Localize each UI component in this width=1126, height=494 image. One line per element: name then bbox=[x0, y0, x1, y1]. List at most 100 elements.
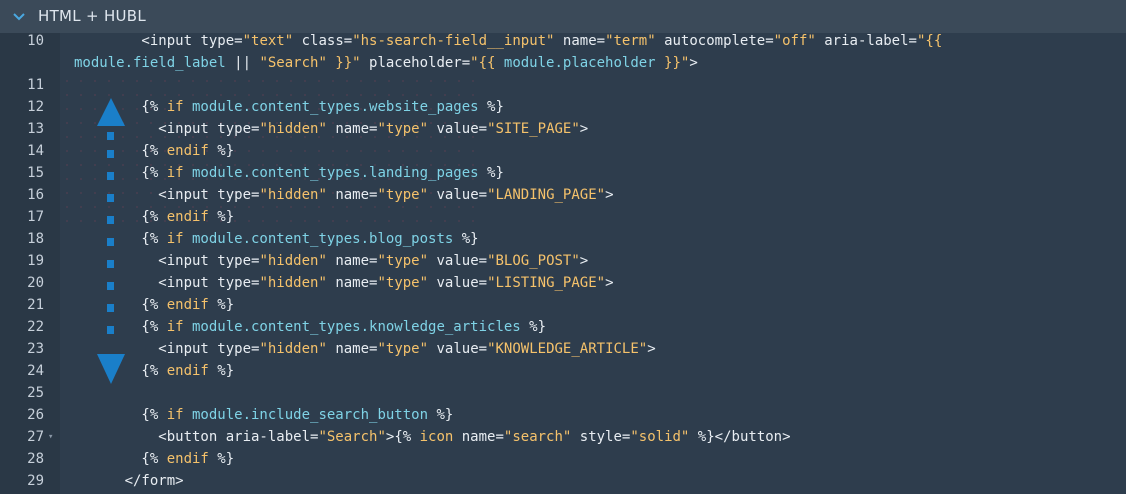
line-number: 25 bbox=[27, 385, 44, 401]
line-number: 17 bbox=[27, 209, 44, 225]
code-line[interactable]: module.field_label || "Search" }}" place… bbox=[0, 52, 1126, 74]
code-text: <input type="hidden" name="type" value="… bbox=[74, 272, 613, 294]
code-token: %} bbox=[689, 429, 715, 445]
code-token: type= bbox=[217, 187, 260, 203]
code-token: name= bbox=[326, 275, 378, 291]
code-token: value= bbox=[428, 275, 488, 291]
code-token: value= bbox=[428, 187, 488, 203]
code-line[interactable]: 22 {% if module.content_types.knowledge_… bbox=[0, 316, 1126, 338]
code-token: "Search" bbox=[318, 429, 386, 445]
code-token: if bbox=[166, 165, 184, 181]
code-token: module.content_types.website_pages bbox=[183, 99, 479, 115]
code-token: "type" bbox=[377, 187, 429, 203]
code-token: name= bbox=[326, 253, 378, 269]
code-token: endif bbox=[166, 297, 209, 313]
code-token: if bbox=[166, 319, 184, 335]
line-number: 13 bbox=[27, 121, 44, 137]
code-line[interactable]: 27 ▾ <button aria-label="Search">{% icon … bbox=[0, 426, 1126, 448]
code-line[interactable]: 13 <input type="hidden" name="type" valu… bbox=[0, 118, 1126, 140]
code-token: if bbox=[166, 231, 184, 247]
code-token: value= bbox=[428, 341, 488, 357]
code-token: > bbox=[689, 55, 698, 71]
code-token: icon bbox=[419, 429, 454, 445]
code-line[interactable]: 28 {% endif %} bbox=[0, 448, 1126, 470]
code-line[interactable]: 18 {% if module.content_types.blog_posts… bbox=[0, 228, 1126, 250]
code-token: autocomplete= bbox=[655, 33, 774, 49]
code-token: module.content_types.knowledge_articles bbox=[183, 319, 521, 335]
code-token: name= bbox=[326, 121, 378, 137]
code-token: <button bbox=[74, 429, 226, 445]
line-number: 28 bbox=[27, 451, 44, 467]
code-editor: HTML + HUBL 10 <input type="text" class=… bbox=[0, 0, 1126, 494]
code-line[interactable]: 26 {% if module.include_search_button %} bbox=[0, 404, 1126, 426]
code-token: style= bbox=[571, 429, 631, 445]
code-token: "search" bbox=[503, 429, 572, 445]
code-token: value= bbox=[428, 121, 488, 137]
code-token: %} bbox=[208, 363, 235, 379]
code-token: endif bbox=[166, 209, 209, 225]
code-token: "BLOG_POST" bbox=[487, 253, 580, 269]
code-line[interactable]: 23 <input type="hidden" name="type" valu… bbox=[0, 338, 1126, 360]
code-token: name= bbox=[453, 429, 504, 445]
code-line[interactable]: 29 </form> bbox=[0, 470, 1126, 492]
code-token: %} bbox=[208, 451, 235, 467]
code-token: {% bbox=[394, 429, 420, 445]
code-line[interactable]: 14 {% endif %} bbox=[0, 140, 1126, 162]
editor-header[interactable]: HTML + HUBL bbox=[0, 0, 1126, 33]
code-token: type= bbox=[200, 33, 243, 49]
line-number: 27 bbox=[27, 429, 44, 445]
line-number: 15 bbox=[27, 165, 44, 181]
code-token: type= bbox=[217, 121, 260, 137]
code-token: type= bbox=[217, 253, 260, 269]
line-number: 29 bbox=[27, 473, 44, 489]
scroll-indicator-arrow bbox=[94, 96, 128, 388]
code-token: "SITE_PAGE" bbox=[487, 121, 580, 137]
code-token: "{{ bbox=[470, 55, 504, 71]
line-number: 14 bbox=[27, 143, 44, 159]
code-token: "hs-search-field__input" bbox=[352, 33, 555, 49]
code-token: type= bbox=[217, 341, 260, 357]
code-line[interactable]: 17 {% endif %} bbox=[0, 206, 1126, 228]
chevron-down-icon[interactable] bbox=[12, 9, 26, 23]
code-token: "{{ bbox=[916, 33, 943, 49]
code-line[interactable]: 25 bbox=[0, 382, 1126, 404]
code-text: {% if module.content_types.website_pages… bbox=[74, 96, 504, 118]
code-line[interactable]: 16 <input type="hidden" name="type" valu… bbox=[0, 184, 1126, 206]
code-line[interactable]: 21 {% endif %} bbox=[0, 294, 1126, 316]
fold-toggle-icon[interactable]: ▾ bbox=[48, 426, 53, 448]
code-line[interactable]: 20 <input type="hidden" name="type" valu… bbox=[0, 272, 1126, 294]
code-token: value= bbox=[428, 253, 488, 269]
line-number: 18 bbox=[27, 231, 44, 247]
code-token: "term" bbox=[605, 33, 656, 49]
code-token: "off" bbox=[773, 33, 816, 49]
code-token: }}" bbox=[326, 55, 361, 71]
code-token: > bbox=[605, 187, 614, 203]
code-line[interactable]: 24 {% endif %} bbox=[0, 360, 1126, 382]
code-line[interactable]: 19 <input type="hidden" name="type" valu… bbox=[0, 250, 1126, 272]
code-token: "hidden" bbox=[259, 187, 327, 203]
code-token: %} bbox=[478, 99, 504, 115]
code-line[interactable]: 15 {% if module.content_types.landing_pa… bbox=[0, 162, 1126, 184]
code-token: %} bbox=[428, 407, 454, 423]
code-token: "type" bbox=[377, 275, 429, 291]
code-token: "type" bbox=[377, 341, 429, 357]
code-line[interactable]: 11 bbox=[0, 74, 1126, 96]
code-token: "LANDING_PAGE" bbox=[487, 187, 606, 203]
code-token: module.placeholder bbox=[503, 55, 656, 71]
code-token: <input bbox=[74, 33, 201, 49]
code-line[interactable]: 12 {% if module.content_types.website_pa… bbox=[0, 96, 1126, 118]
code-token: if bbox=[166, 407, 184, 423]
code-text: <button aria-label="Search">{% icon name… bbox=[74, 426, 790, 448]
code-text: {% if module.content_types.knowledge_art… bbox=[74, 316, 546, 338]
code-line[interactable]: 10 <input type="text" class="hs-search-f… bbox=[0, 30, 1126, 52]
code-token: name= bbox=[326, 187, 378, 203]
code-text: </form> bbox=[74, 470, 184, 492]
code-token: > bbox=[647, 341, 656, 357]
code-text: {% if module.content_types.blog_posts %} bbox=[74, 228, 478, 250]
code-token: "hidden" bbox=[259, 341, 327, 357]
line-number: 12 bbox=[27, 99, 44, 115]
line-number: 10 bbox=[27, 33, 44, 49]
code-token: "solid" bbox=[630, 429, 690, 445]
code-text: <input type="hidden" name="type" value="… bbox=[74, 338, 656, 360]
code-token: type= bbox=[217, 275, 260, 291]
